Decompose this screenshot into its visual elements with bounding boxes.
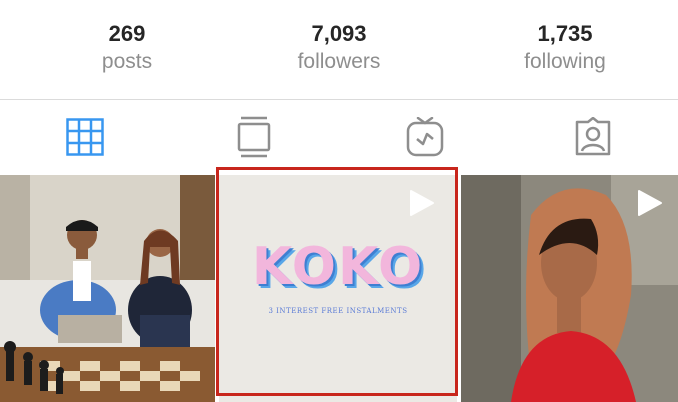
play-icon — [410, 190, 434, 216]
post-thumbnail-koko[interactable]: KOKO 3 INTEREST FREE INSTALMENTS — [219, 175, 457, 402]
koko-subtitle: 3 INTEREST FREE INSTALMENTS — [268, 307, 408, 315]
tab-tagged[interactable] — [571, 115, 615, 159]
feed-icon — [237, 116, 271, 158]
tab-feed[interactable] — [232, 115, 276, 159]
followers-stat[interactable]: 7,093 followers — [239, 20, 439, 76]
followers-count: 7,093 — [311, 21, 367, 46]
post-thumbnail[interactable] — [0, 175, 215, 402]
igtv-icon — [406, 117, 444, 157]
koko-title: KOKO — [251, 237, 425, 297]
following-count: 1,735 — [537, 21, 593, 46]
tagged-icon — [575, 117, 611, 156]
tab-igtv[interactable] — [403, 115, 447, 159]
profile-tabs — [0, 101, 678, 173]
posts-stat[interactable]: 269 posts — [27, 20, 227, 76]
grid-icon — [66, 118, 104, 156]
following-stat[interactable]: 1,735 following — [465, 20, 665, 76]
following-label: following — [524, 50, 606, 73]
followers-label: followers — [297, 50, 381, 73]
couple-photo — [0, 175, 215, 402]
profile-stats: 269 posts 7,093 followers 1,735 followin… — [0, 0, 678, 100]
posts-grid: KOKO 3 INTEREST FREE INSTALMENTS — [0, 175, 678, 402]
play-icon — [638, 190, 662, 216]
post-thumbnail[interactable] — [461, 175, 678, 402]
tab-grid[interactable] — [63, 115, 107, 159]
posts-count: 269 — [108, 21, 146, 46]
posts-label: posts — [101, 50, 153, 73]
